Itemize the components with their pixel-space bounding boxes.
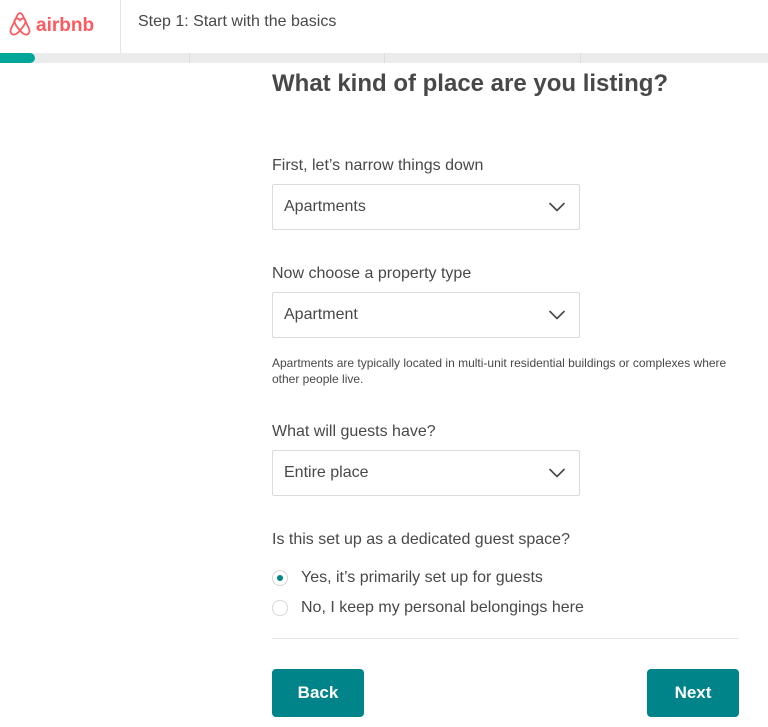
property-type-label: Now choose a property type xyxy=(272,265,472,282)
radio-option-yes-label: Yes, it’s primarily set up for guests xyxy=(301,569,543,586)
progress-segment-divider xyxy=(189,53,190,63)
progress-fill xyxy=(0,53,35,63)
progress-segment-divider xyxy=(580,53,581,63)
airbnb-logo-icon xyxy=(8,11,32,42)
radio-option-yes[interactable]: Yes, it’s primarily set up for guests xyxy=(272,567,543,589)
header-divider xyxy=(120,0,121,53)
step-title: Step 1: Start with the basics xyxy=(138,13,337,30)
guest-access-select-value: Entire place xyxy=(284,464,369,481)
radio-button-selected[interactable] xyxy=(272,570,288,586)
property-type-select-value: Apartment xyxy=(284,306,358,323)
radio-button[interactable] xyxy=(272,600,288,616)
next-button[interactable]: Next xyxy=(647,669,739,717)
radio-option-no-label: No, I keep my personal belongings here xyxy=(301,599,584,616)
guest-access-label: What will guests have? xyxy=(272,423,436,440)
property-type-helper-text: Apartments are typically located in mult… xyxy=(272,356,727,386)
airbnb-logo-text: airbnb xyxy=(36,15,95,36)
airbnb-logo[interactable]: airbnb xyxy=(8,11,94,41)
guest-access-select[interactable]: Entire place xyxy=(272,450,580,496)
progress-segment-divider xyxy=(384,53,385,63)
listing-page: airbnb Step 1: Start with the basics Wha… xyxy=(0,0,768,727)
chevron-down-icon xyxy=(549,202,565,212)
property-type-select[interactable]: Apartment xyxy=(272,292,580,338)
radio-option-no[interactable]: No, I keep my personal belongings here xyxy=(272,597,584,619)
footer-divider xyxy=(272,638,738,639)
dedicated-space-question: Is this set up as a dedicated guest spac… xyxy=(272,531,570,548)
top-header: airbnb Step 1: Start with the basics xyxy=(0,0,768,53)
back-button[interactable]: Back xyxy=(272,669,364,717)
category-label: First, let’s narrow things down xyxy=(272,157,484,174)
category-select[interactable]: Apartments xyxy=(272,184,580,230)
category-select-value: Apartments xyxy=(284,198,366,215)
radio-dot xyxy=(277,575,283,581)
progress-bar xyxy=(0,53,768,63)
page-title: What kind of place are you listing? xyxy=(272,70,669,97)
chevron-down-icon xyxy=(549,468,565,478)
chevron-down-icon xyxy=(549,310,565,320)
